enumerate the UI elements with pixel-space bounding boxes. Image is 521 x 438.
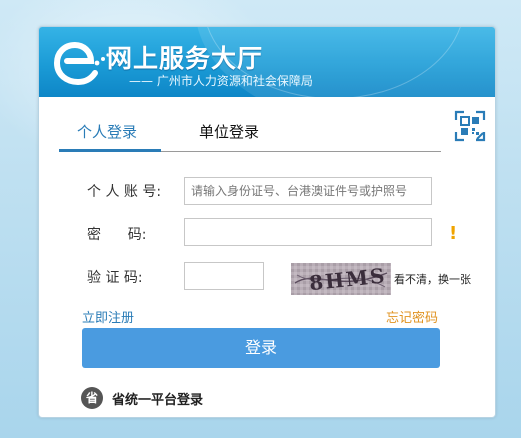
captcha-image[interactable]: 8HMS [291, 263, 391, 295]
captcha-input[interactable] [184, 262, 264, 290]
forgot-password-link[interactable]: 忘记密码 [386, 307, 438, 326]
active-tab-indicator [59, 149, 161, 152]
password-input[interactable] [184, 218, 432, 246]
captcha-refresh-link[interactable]: 看不清，换一张 [394, 271, 471, 287]
account-input[interactable] [184, 177, 432, 205]
login-button[interactable]: 登录 [82, 328, 440, 368]
captcha-label: 验 证 码: [87, 270, 143, 286]
login-tabs: 个人登录 单位登录 [59, 113, 441, 152]
province-icon: 省 [81, 387, 103, 409]
login-panel: 网上服务大厅 —— 广州市人力资源和社会保障局 个人登录 单位登录 个 人 账 … [38, 26, 496, 418]
warning-icon: ! [449, 223, 458, 244]
qr-code-icon[interactable] [453, 109, 487, 143]
password-label: 密 码: [87, 227, 147, 243]
page-subtitle: —— 广州市人力资源和社会保障局 [129, 74, 313, 88]
tab-unit-login[interactable]: 单位登录 [199, 121, 259, 142]
province-login-link[interactable]: 省统一平台登录 [112, 389, 203, 408]
page-title: 网上服务大厅 [107, 44, 264, 73]
e-logo-icon [53, 41, 110, 86]
tab-personal-login[interactable]: 个人登录 [77, 121, 137, 142]
header-banner: 网上服务大厅 —— 广州市人力资源和社会保障局 [39, 27, 495, 97]
register-link[interactable]: 立即注册 [82, 307, 134, 326]
account-label: 个 人 账 号: [87, 184, 162, 200]
